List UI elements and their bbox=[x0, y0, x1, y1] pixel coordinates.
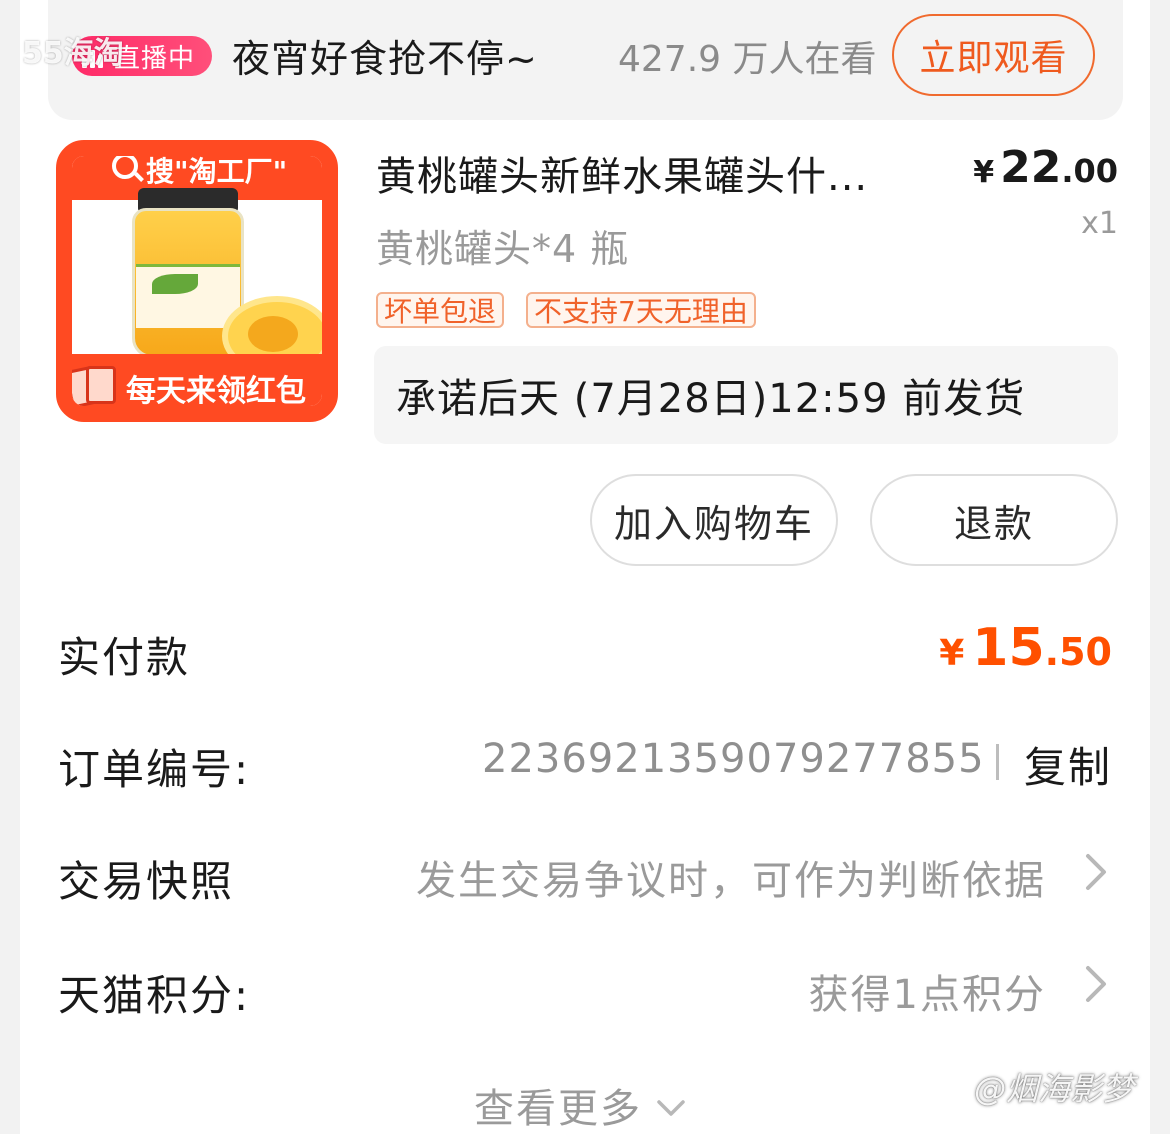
image-bottom-text: 每天来领红包 bbox=[126, 374, 306, 409]
paid-amount: ¥ 15 .50 bbox=[939, 618, 1112, 678]
copy-button[interactable]: 复制 bbox=[1024, 734, 1112, 795]
points-label: 天猫积分: bbox=[58, 971, 251, 1020]
leaf-decoration bbox=[152, 274, 198, 294]
product-title[interactable]: 黄桃罐头新鲜水果罐头什... bbox=[376, 144, 936, 202]
tag-broken-refund: 坏单包退 bbox=[376, 292, 505, 328]
paid-integer: 15 bbox=[972, 618, 1045, 678]
shipping-promise: 承诺后天 (7月28日)12:59 前发货 bbox=[374, 346, 1118, 444]
product-variant: 黄桃罐头*4 瓶 bbox=[376, 227, 630, 271]
red-envelope-icon bbox=[72, 365, 120, 406]
separator bbox=[996, 744, 999, 780]
points-value[interactable]: 获得1点积分 bbox=[809, 962, 1046, 1020]
view-more-button[interactable]: 查看更多 bbox=[474, 1076, 686, 1134]
watermark: @烟海影梦 bbox=[974, 1070, 1135, 1108]
image-top-text: 搜"淘工厂" bbox=[146, 155, 288, 188]
paid-decimal: .50 bbox=[1044, 630, 1112, 674]
snapshot-label: 交易快照 bbox=[58, 857, 235, 906]
snapshot-value[interactable]: 发生交易争议时，可作为判断依据 bbox=[416, 848, 1046, 906]
refund-button[interactable]: 退款 bbox=[870, 474, 1118, 566]
chevron-down-icon bbox=[656, 1082, 686, 1128]
product-image[interactable]: 搜"淘工厂" 每天来领红包 bbox=[56, 140, 338, 422]
paid-currency: ¥ bbox=[939, 633, 965, 674]
image-redpacket-banner: 每天来领红包 bbox=[72, 354, 322, 409]
chevron-right-icon[interactable] bbox=[1082, 850, 1110, 894]
price-decimal: .00 bbox=[1061, 152, 1118, 190]
price-currency: ¥ bbox=[973, 155, 995, 190]
product-quantity: x1 bbox=[1081, 206, 1118, 241]
live-title: 夜宵好食抢不停~ bbox=[232, 37, 538, 81]
corner-watermark: 55海淘 bbox=[22, 36, 124, 71]
add-to-cart-button[interactable]: 加入购物车 bbox=[590, 474, 838, 566]
watch-now-button[interactable]: 立即观看 bbox=[892, 14, 1095, 96]
order-number-label: 订单编号: bbox=[58, 745, 251, 794]
viewer-count: 427.9 万人在看 bbox=[618, 39, 877, 80]
view-more-label: 查看更多 bbox=[474, 1086, 642, 1132]
price-integer: 22 bbox=[1000, 142, 1062, 193]
product-price: ¥ 22 .00 bbox=[973, 142, 1118, 193]
chevron-right-icon[interactable] bbox=[1082, 962, 1110, 1006]
tag-no-7day-return: 不支持7天无理由 bbox=[526, 292, 756, 328]
paid-label: 实付款 bbox=[58, 633, 191, 682]
order-number: 2236921359079277855 bbox=[482, 736, 985, 782]
live-badge-label: 直播中 bbox=[114, 43, 196, 74]
search-icon bbox=[112, 156, 138, 179]
